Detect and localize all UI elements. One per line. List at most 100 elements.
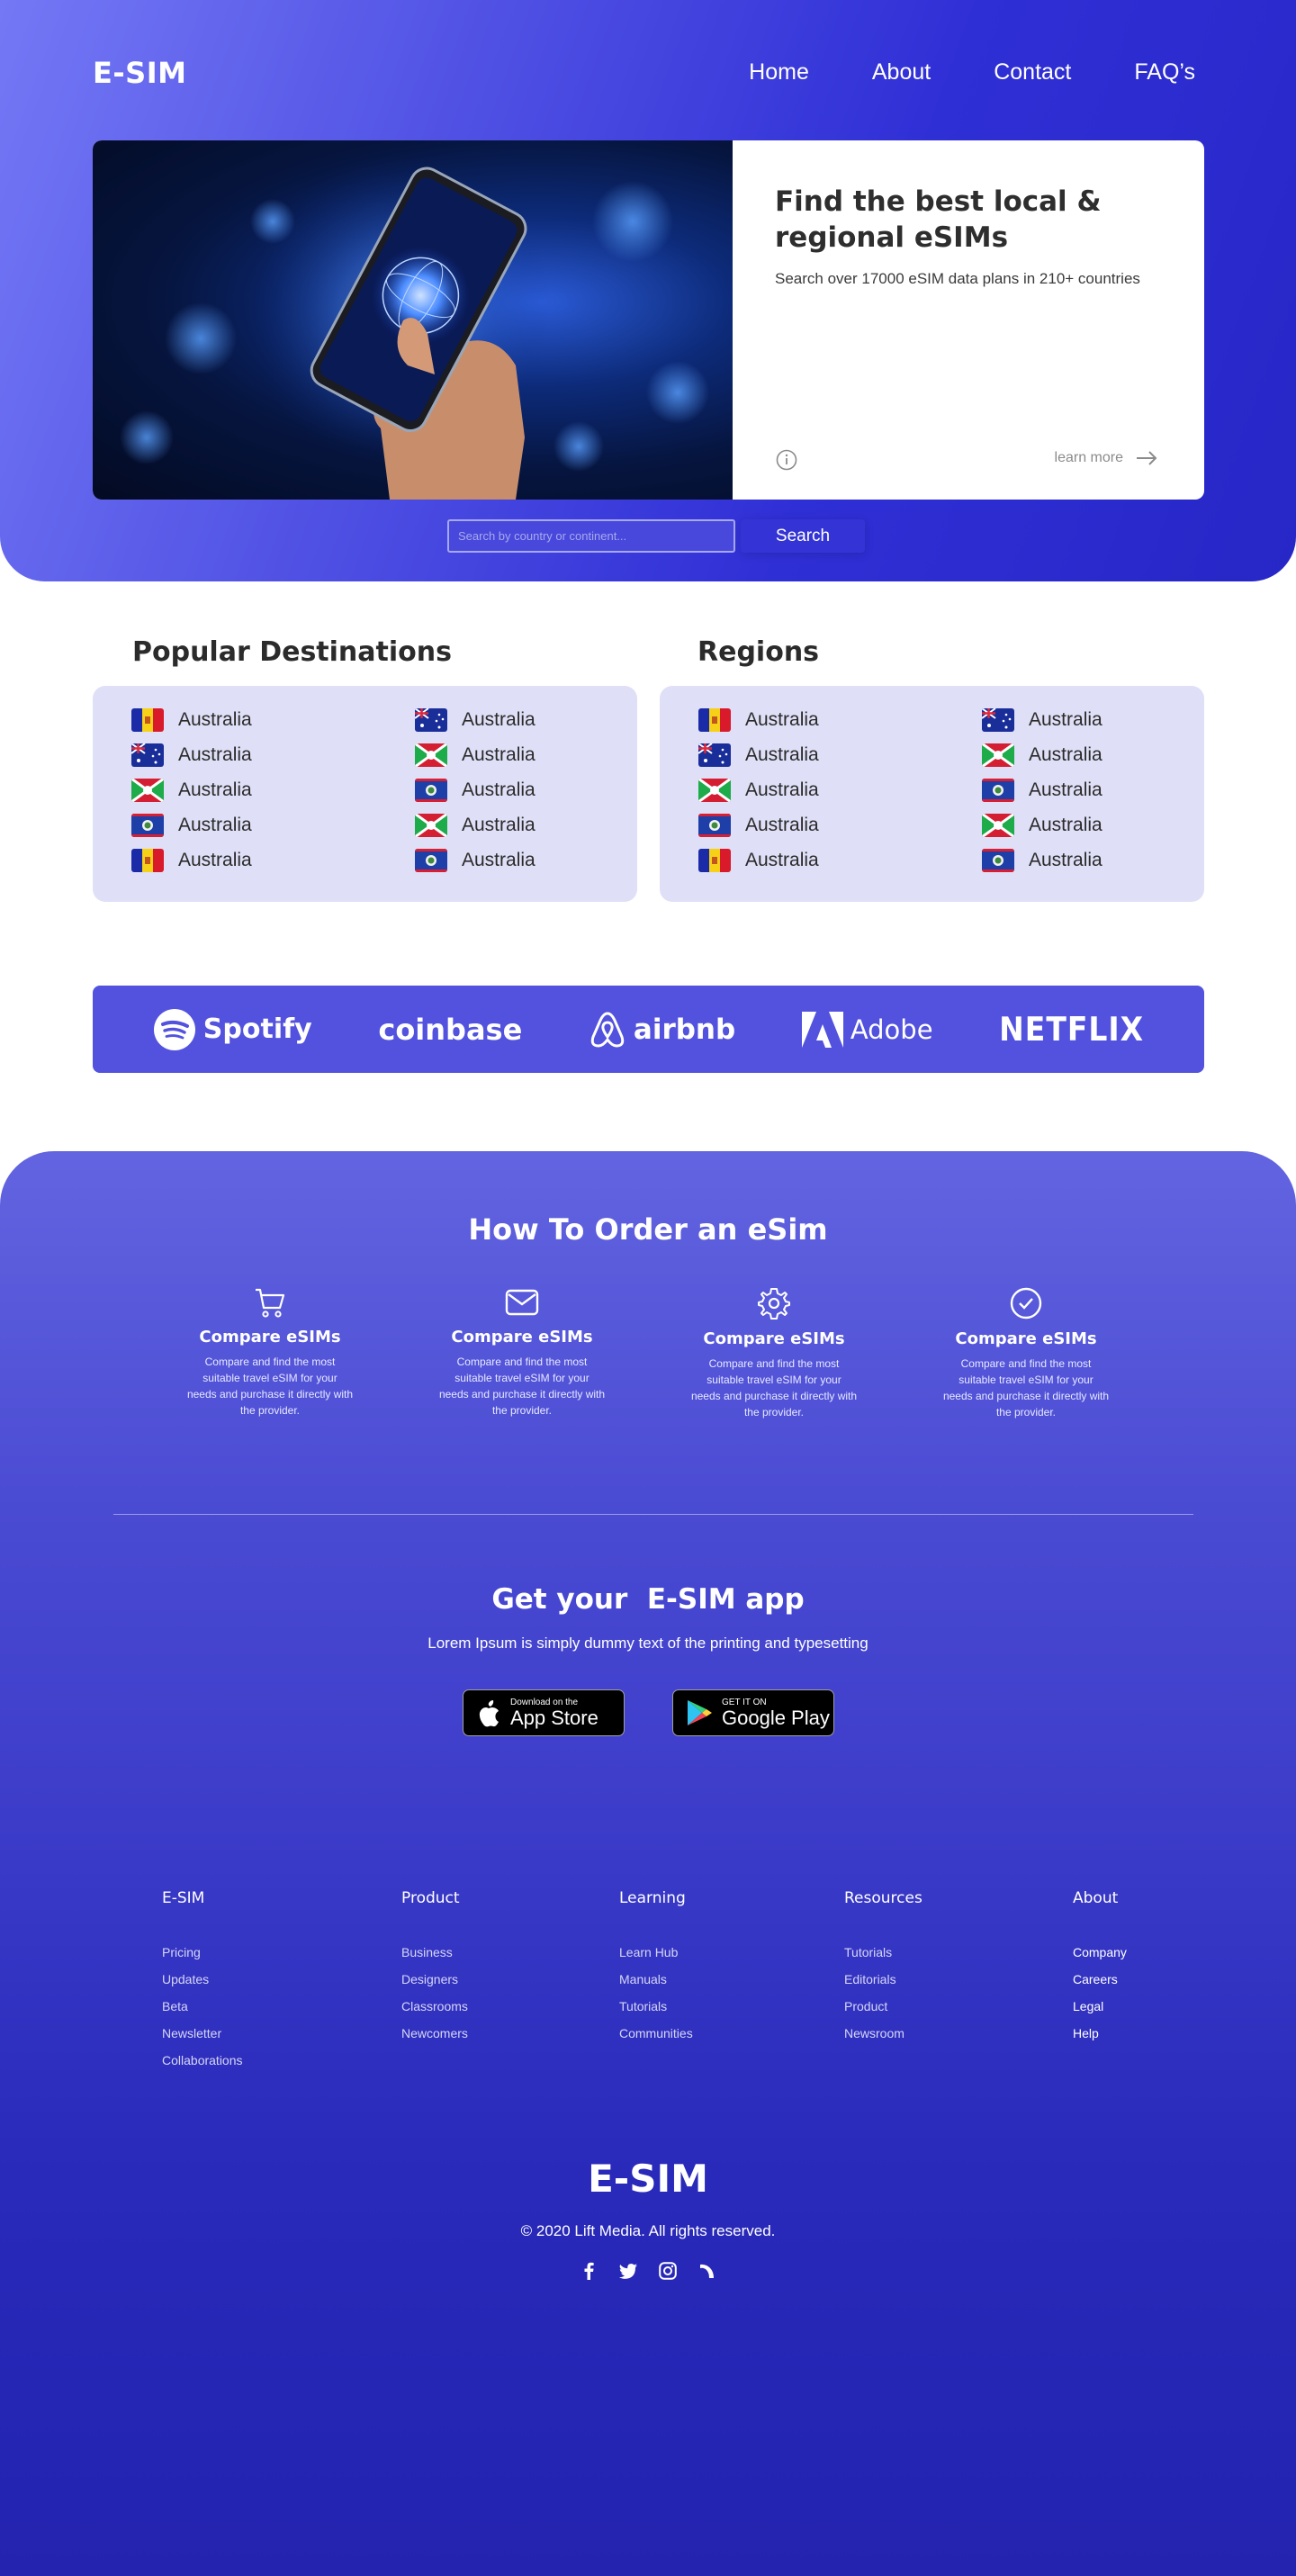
search-input[interactable] xyxy=(447,519,735,553)
footer-link[interactable]: Newcomers xyxy=(401,2026,468,2053)
footer-col-product: Product Business Designers Classrooms Ne… xyxy=(401,1889,468,2053)
footer-link[interactable]: Help xyxy=(1073,2026,1127,2053)
destination-label: Australia xyxy=(1029,744,1102,765)
footer-link[interactable]: Editorials xyxy=(844,1972,922,1999)
brand-spotify: Spotify xyxy=(153,1008,312,1051)
destination-item[interactable]: Australia xyxy=(698,743,982,767)
nav-about[interactable]: About xyxy=(872,59,931,86)
google-play-button[interactable]: GET IT ON Google Play xyxy=(672,1689,834,1736)
section-divider xyxy=(113,1514,1193,1515)
footer-logo[interactable]: E-SIM xyxy=(0,2157,1296,2201)
footer-link[interactable]: Careers xyxy=(1073,1972,1127,1999)
footer-link[interactable]: Designers xyxy=(401,1972,468,1999)
destination-label: Australia xyxy=(178,850,252,870)
flag-australia-icon xyxy=(698,743,731,767)
footer-col-esim: E-SIM Pricing Updates Beta Newsletter Co… xyxy=(162,1889,243,2080)
footer-col-about: About Company Careers Legal Help xyxy=(1073,1889,1127,2053)
apple-icon xyxy=(479,1700,499,1727)
search-bar: Search xyxy=(447,519,865,553)
hero-section: E-SIM Home About Contact FAQ’s Find the … xyxy=(0,0,1296,581)
flag-australia-icon xyxy=(982,708,1014,732)
dribbble-icon[interactable] xyxy=(698,2261,717,2281)
instagram-icon[interactable] xyxy=(658,2261,678,2281)
twitter-icon[interactable] xyxy=(618,2261,638,2281)
destination-item[interactable]: Australia xyxy=(415,708,667,732)
footer-col-heading: Learning xyxy=(619,1889,686,1907)
how-to-order-title: How To Order an eSim xyxy=(468,1212,828,1247)
flag-belize-icon xyxy=(415,849,447,872)
footer-link[interactable]: Newsletter xyxy=(162,2026,243,2053)
header-logo[interactable]: E-SIM xyxy=(93,56,186,90)
destination-item[interactable]: Australia xyxy=(982,849,1234,872)
flag-belize-icon xyxy=(131,814,164,837)
footer-link[interactable]: Classrooms xyxy=(401,1999,468,2026)
destination-label: Australia xyxy=(178,709,252,730)
destination-item[interactable]: Australia xyxy=(131,814,415,837)
destination-item[interactable]: Australia xyxy=(698,708,982,732)
step-description: Compare and find the most suitable trave… xyxy=(438,1356,606,1417)
footer-col-heading: Resources xyxy=(844,1889,922,1907)
popular-destinations-list: Australia Australia Australia Australia Aust… xyxy=(131,708,667,872)
footer-link[interactable]: Tutorials xyxy=(844,1945,922,1972)
hand-holding-phone-illustration xyxy=(120,158,709,500)
footer-link[interactable]: Updates xyxy=(162,1972,243,1999)
nav-faq[interactable]: FAQ’s xyxy=(1134,59,1195,86)
destination-item[interactable]: Australia xyxy=(698,814,982,837)
destination-label: Australia xyxy=(1029,709,1102,730)
google-play-icon xyxy=(688,1700,712,1725)
footer-link[interactable]: Product xyxy=(844,1999,922,2026)
footer-link[interactable]: Newsroom xyxy=(844,2026,922,2053)
destination-item[interactable]: Australia xyxy=(982,779,1234,802)
app-store-label: App Store xyxy=(510,1706,598,1729)
nav-contact[interactable]: Contact xyxy=(994,59,1071,86)
destination-item[interactable]: Australia xyxy=(131,743,415,767)
search-button[interactable]: Search xyxy=(741,519,865,553)
destination-label: Australia xyxy=(745,779,819,800)
facebook-icon[interactable] xyxy=(579,2261,598,2281)
destination-item[interactable]: Australia xyxy=(698,779,982,802)
destination-label: Australia xyxy=(1029,779,1102,800)
destination-label: Australia xyxy=(462,850,536,870)
footer-link[interactable]: Manuals xyxy=(619,1972,693,1999)
step-title: Compare eSIMs xyxy=(955,1329,1097,1348)
regions-title: Regions xyxy=(698,636,820,668)
learn-more-link[interactable]: learn more xyxy=(1055,450,1157,466)
app-title: Get your E-SIM app xyxy=(491,1583,805,1616)
destination-label: Australia xyxy=(745,709,819,730)
flag-burundi-icon xyxy=(982,814,1014,837)
destination-item[interactable]: Australia xyxy=(415,814,667,837)
footer-link[interactable]: Collaborations xyxy=(162,2053,243,2080)
brand-netflix: NETFLIX xyxy=(999,1010,1144,1049)
destination-item[interactable]: Australia xyxy=(415,849,667,872)
destination-item[interactable]: Australia xyxy=(698,849,982,872)
hero-title-line1: Find the best local & xyxy=(775,185,1102,218)
destination-item[interactable]: Australia xyxy=(131,779,415,802)
partner-brands-bar: Spotify coinbase airbnb Adobe NETFLIX xyxy=(93,986,1204,1073)
footer-link[interactable]: Tutorials xyxy=(619,1999,693,2026)
check-circle-icon xyxy=(1010,1287,1042,1320)
footer-link[interactable]: Beta xyxy=(162,1999,243,2026)
footer-link[interactable]: Pricing xyxy=(162,1945,243,1972)
footer-link[interactable]: Company xyxy=(1073,1945,1127,1972)
footer-col-learning: Learning Learn Hub Manuals Tutorials Com… xyxy=(619,1889,693,2053)
app-store-button[interactable]: Download on the App Store xyxy=(463,1689,625,1736)
footer-link[interactable]: Communities xyxy=(619,2026,693,2053)
info-icon[interactable] xyxy=(775,448,798,472)
destination-item[interactable]: Australia xyxy=(131,849,415,872)
footer-col-heading: About xyxy=(1073,1889,1119,1907)
footer-link[interactable]: Learn Hub xyxy=(619,1945,693,1972)
destination-item[interactable]: Australia xyxy=(415,779,667,802)
hero-card: Find the best local & regional eSIMs Sea… xyxy=(93,140,1204,500)
destination-item[interactable]: Australia xyxy=(982,708,1234,732)
destination-item[interactable]: Australia xyxy=(131,708,415,732)
flag-belize-icon xyxy=(698,814,731,837)
destination-item[interactable]: Australia xyxy=(982,814,1234,837)
footer-link[interactable]: Legal xyxy=(1073,1999,1127,2026)
nav-home[interactable]: Home xyxy=(749,59,809,86)
destination-item[interactable]: Australia xyxy=(415,743,667,767)
footer-link[interactable]: Business xyxy=(401,1945,468,1972)
step-description: Compare and find the most suitable trave… xyxy=(942,1357,1110,1419)
destination-item[interactable]: Australia xyxy=(982,743,1234,767)
destination-label: Australia xyxy=(178,815,252,835)
regions-list: Australia Australia Australia Australia Aust… xyxy=(698,708,1234,872)
